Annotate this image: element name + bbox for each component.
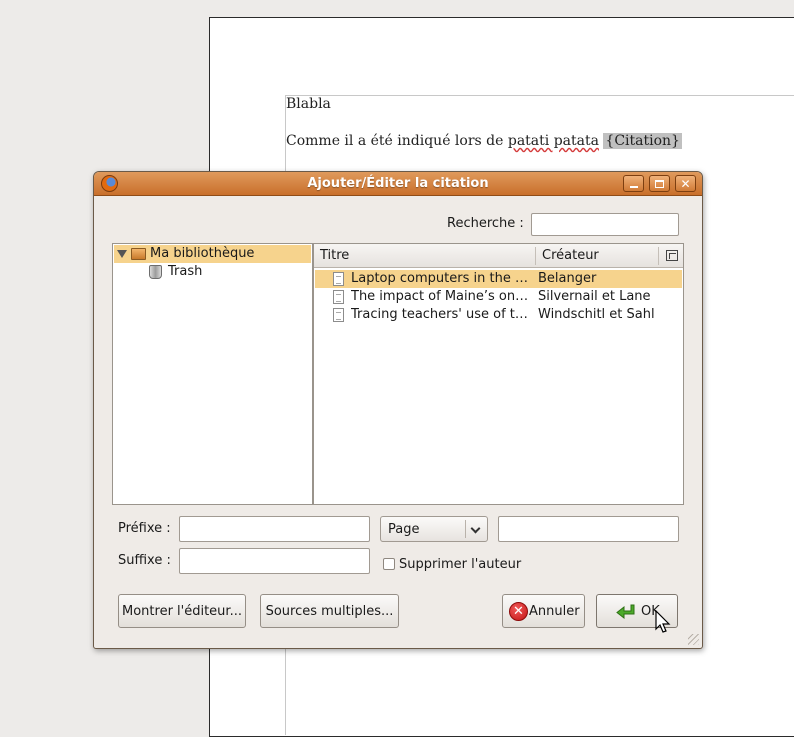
citation-field[interactable]: {Citation} — [603, 133, 682, 149]
document-icon — [333, 308, 344, 322]
tree-item-label: Ma bibliothèque — [150, 246, 255, 261]
mouse-pointer-icon — [655, 610, 671, 633]
column-divider[interactable] — [658, 247, 659, 265]
prefix-input[interactable] — [179, 516, 370, 542]
document-line-1: Blabla — [286, 96, 331, 112]
maximize-icon — [655, 179, 664, 188]
prefix-label: Préfixe : — [118, 521, 171, 536]
item-title: The impact of Maine’s one... — [351, 289, 535, 304]
trash-icon — [149, 265, 162, 279]
library-icon — [131, 248, 146, 260]
item-creator: Belanger — [538, 271, 597, 286]
locator-type-value: Page — [388, 522, 420, 537]
suppress-author-label[interactable]: Supprimer l'auteur — [399, 557, 521, 572]
minimize-button[interactable] — [623, 175, 644, 192]
column-divider[interactable] — [535, 247, 536, 265]
show-editor-label: Montrer l'éditeur... — [122, 604, 242, 619]
column-picker-icon[interactable] — [666, 250, 678, 261]
item-creator: Silvernail et Lane — [538, 289, 651, 304]
citation-dialog: Ajouter/Éditer la citation ✕ Recherche :… — [93, 171, 703, 649]
column-header-creator[interactable]: Créateur — [542, 248, 599, 263]
locator-input[interactable] — [498, 516, 679, 542]
expander-arrow-icon[interactable] — [117, 250, 127, 258]
enter-arrow-icon — [616, 604, 635, 620]
dialog-title: Ajouter/Éditer la citation — [307, 176, 489, 191]
close-button[interactable]: ✕ — [675, 175, 696, 192]
search-label: Recherche : — [447, 216, 524, 231]
multiple-sources-label: Sources multiples... — [265, 604, 394, 619]
resize-grip[interactable] — [688, 634, 699, 645]
suppress-author-checkbox[interactable] — [383, 558, 395, 570]
items-header: Titre Créateur — [314, 244, 683, 268]
item-title: Laptop computers in the K... — [351, 271, 535, 286]
maximize-button[interactable] — [649, 175, 670, 192]
item-creator: Windschitl et Sahl — [538, 307, 655, 322]
locator-type-select[interactable]: Page — [380, 516, 488, 542]
item-row[interactable]: Laptop computers in the K... Belanger — [315, 270, 682, 288]
document-text: Comme il a été indiqué lors de — [286, 133, 508, 149]
suffix-label: Suffixe : — [118, 553, 171, 568]
suffix-input[interactable] — [179, 548, 370, 574]
collections-tree: Ma bibliothèque Trash — [112, 243, 313, 505]
dialog-titlebar[interactable]: Ajouter/Éditer la citation ✕ — [94, 172, 702, 196]
cancel-button[interactable]: ✕ Annuler — [502, 594, 585, 628]
item-title: Tracing teachers' use of te... — [351, 307, 535, 322]
spellcheck-text: patati patata — [507, 133, 599, 149]
close-icon: ✕ — [680, 176, 691, 191]
document-icon — [333, 290, 344, 304]
tree-item-trash[interactable]: Trash — [114, 263, 311, 281]
document-line-2: Comme il a été indiqué lors de patati pa… — [286, 133, 682, 149]
select-divider — [465, 520, 466, 538]
items-list: Titre Créateur Laptop computers in the K… — [313, 243, 684, 505]
cancel-icon: ✕ — [509, 602, 528, 621]
item-row[interactable]: Tracing teachers' use of te... Windschit… — [315, 306, 682, 324]
multiple-sources-button[interactable]: Sources multiples... — [260, 594, 399, 628]
item-row[interactable]: The impact of Maine’s one... Silvernail … — [315, 288, 682, 306]
search-input[interactable] — [531, 213, 679, 236]
minimize-icon — [629, 185, 638, 188]
tree-item-library[interactable]: Ma bibliothèque — [114, 245, 311, 263]
tree-item-label: Trash — [168, 264, 203, 279]
chevron-down-icon — [470, 523, 481, 534]
column-header-title[interactable]: Titre — [320, 248, 349, 263]
show-editor-button[interactable]: Montrer l'éditeur... — [118, 594, 246, 628]
document-icon — [333, 272, 344, 286]
cancel-label: Annuler — [529, 604, 580, 619]
